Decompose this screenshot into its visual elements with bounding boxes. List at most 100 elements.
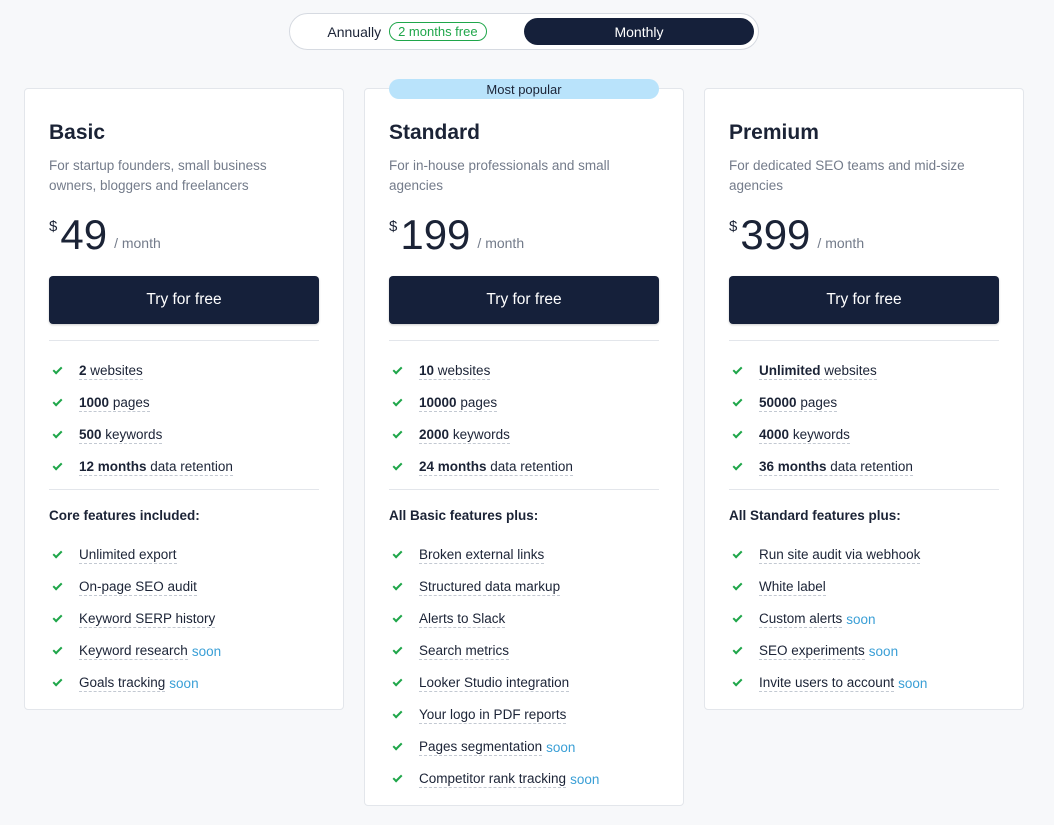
check-icon <box>392 460 403 471</box>
try-for-free-button-premium[interactable]: Try for free <box>729 276 999 324</box>
feature-label[interactable]: Keyword research <box>79 643 188 660</box>
feature-label[interactable]: Invite users to account <box>759 675 895 692</box>
feature-label[interactable]: Looker Studio integration <box>419 675 570 692</box>
billing-option-monthly[interactable]: Monthly <box>524 18 754 45</box>
check-icon <box>392 740 403 751</box>
limit-text[interactable]: 500 keywords <box>79 426 163 444</box>
feature-label[interactable]: Goals tracking <box>79 675 166 692</box>
feature-label[interactable]: Search metrics <box>419 643 510 660</box>
limit-value: 2000 <box>419 426 450 442</box>
feature-item: Your logo in PDF reports <box>389 699 599 731</box>
plan-price: $ 49 / month <box>49 213 161 257</box>
limit-value: 500 <box>79 426 102 442</box>
divider <box>389 340 659 341</box>
feature-label[interactable]: Competitor rank tracking <box>419 771 567 788</box>
plan-price: $ 399 / month <box>729 213 864 257</box>
feature-label[interactable]: Keyword SERP history <box>79 611 216 628</box>
check-icon <box>392 580 403 591</box>
soon-tag: soon <box>169 675 199 691</box>
check-icon <box>732 396 743 407</box>
limit-item: 12 months data retention <box>49 451 233 483</box>
check-icon <box>52 644 63 655</box>
limit-text[interactable]: 2000 keywords <box>419 427 510 444</box>
limit-item: 50000 pages <box>729 387 913 419</box>
check-icon <box>52 364 63 375</box>
soon-tag: soon <box>898 675 928 691</box>
check-icon <box>732 548 743 559</box>
limit-unit: data retention <box>150 458 233 474</box>
plan-limits: Unlimited websites 50000 pages 4000 keywor… <box>729 355 913 483</box>
price-amount: 399 <box>740 211 811 258</box>
limit-item: 10000 pages <box>389 387 573 419</box>
limit-text[interactable]: 36 months data retention <box>759 459 913 476</box>
price-period: / month <box>817 235 865 251</box>
feature-item: Goals tracking soon <box>49 667 221 699</box>
try-for-free-button-basic[interactable]: Try for free <box>49 276 319 324</box>
check-icon <box>732 612 743 623</box>
limit-text[interactable]: 10 websites <box>419 362 491 380</box>
limit-item: 10 websites <box>389 355 573 387</box>
try-for-free-button-standard[interactable]: Try for free <box>389 276 659 324</box>
soon-tag: soon <box>191 643 222 659</box>
feature-item: White label <box>729 571 927 603</box>
check-icon <box>732 428 743 439</box>
limit-unit: websites <box>437 362 491 378</box>
limit-value: 1000 <box>79 394 110 410</box>
divider <box>49 340 319 341</box>
divider <box>389 489 659 490</box>
feature-label[interactable]: SEO experiments <box>759 643 865 660</box>
check-icon <box>392 428 403 439</box>
limit-value: Unlimited <box>759 362 821 378</box>
billing-option-annually[interactable]: Annually 2 months free <box>290 14 524 49</box>
feature-label[interactable]: Broken external links <box>419 547 545 564</box>
check-icon <box>52 548 63 559</box>
feature-item: Looker Studio integration <box>389 667 599 699</box>
check-icon <box>732 676 743 687</box>
soon-tag: soon <box>846 611 876 627</box>
limit-text[interactable]: 4000 keywords <box>759 427 850 444</box>
limit-text[interactable]: 2 websites <box>79 363 143 380</box>
feature-label[interactable]: Structured data markup <box>419 579 561 596</box>
plan-card-standard: Most popular Standard For in-house profe… <box>364 79 684 806</box>
divider <box>49 489 319 490</box>
limit-unit: data retention <box>830 458 913 474</box>
limit-text[interactable]: 12 months data retention <box>79 459 233 476</box>
plan-description: For startup founders, small business own… <box>49 158 267 193</box>
feature-label[interactable]: On-page SEO audit <box>79 579 197 596</box>
billing-option-annually-label: Annually <box>327 23 382 40</box>
check-icon <box>732 364 743 375</box>
feature-label[interactable]: Pages segmentation <box>419 739 543 756</box>
limit-item: 2 websites <box>49 355 233 387</box>
limit-text[interactable]: 1000 pages <box>79 395 150 412</box>
feature-label[interactable]: Custom alerts <box>759 611 843 628</box>
check-icon <box>52 612 63 623</box>
price-currency: $ <box>389 218 398 235</box>
limit-text[interactable]: 10000 pages <box>419 394 498 412</box>
plan-name: Premium <box>729 121 819 144</box>
check-icon <box>392 772 403 783</box>
check-icon <box>52 676 63 687</box>
feature-item: Competitor rank tracking soon <box>389 763 599 795</box>
annual-discount-badge: 2 months free <box>389 22 487 41</box>
divider <box>729 489 999 490</box>
limit-unit: pages <box>800 394 838 410</box>
limit-value: 10 <box>419 362 435 378</box>
billing-toggle[interactable]: Annually 2 months free Monthly <box>289 13 759 50</box>
limit-text[interactable]: Unlimited websites <box>759 363 877 380</box>
price-currency: $ <box>729 218 738 235</box>
limit-unit: pages <box>460 394 498 410</box>
limit-unit: keywords <box>105 426 163 442</box>
feature-label[interactable]: Unlimited export <box>79 547 177 564</box>
check-icon <box>732 460 743 471</box>
features-heading: Core features included: <box>49 508 200 523</box>
feature-label[interactable]: Alerts to Slack <box>419 611 506 628</box>
feature-label[interactable]: White label <box>759 579 826 596</box>
plan-description: For dedicated SEO teams and mid-size age… <box>729 158 965 193</box>
check-icon <box>392 676 403 687</box>
limit-text[interactable]: 24 months data retention <box>419 459 573 476</box>
soon-tag: soon <box>546 739 576 755</box>
limit-text[interactable]: 50000 pages <box>759 394 838 412</box>
feature-label[interactable]: Run site audit via webhook <box>759 547 921 564</box>
check-icon <box>392 644 403 655</box>
feature-label[interactable]: Your logo in PDF reports <box>419 707 567 724</box>
